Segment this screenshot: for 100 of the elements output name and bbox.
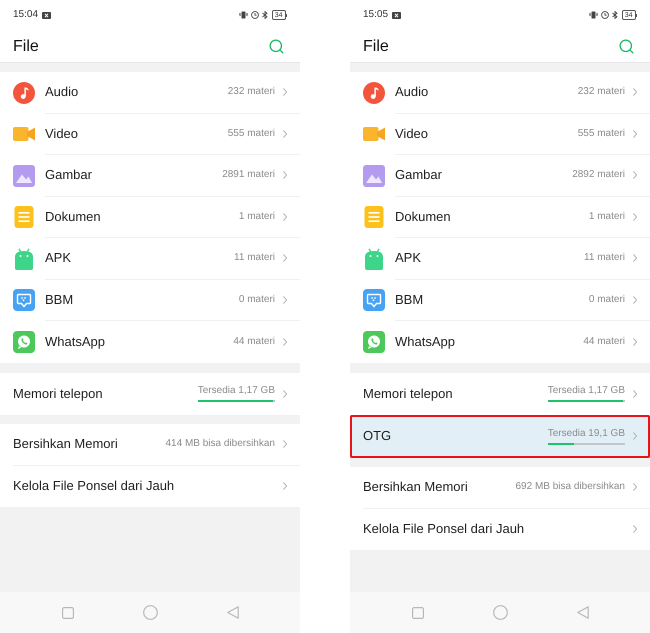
item-count: 44 materi: [583, 336, 625, 348]
search-icon[interactable]: [268, 38, 285, 54]
bluetooth-icon: [612, 11, 618, 19]
chevron-right-icon: [633, 525, 637, 534]
item-count: 1 materi: [588, 210, 625, 223]
storage-available: Tersedia 19,1 GB: [548, 428, 625, 440]
file-category-row[interactable]: Dokumen 1 materi: [0, 196, 300, 238]
item-count: 232 materi: [578, 86, 625, 98]
tool-label: Bersihkan Memori: [363, 479, 468, 496]
file-category-row[interactable]: Audio 232 materi: [350, 72, 650, 114]
square-icon[interactable]: [62, 606, 74, 618]
category-label: WhatsApp: [45, 334, 105, 350]
category-label: APK: [45, 250, 72, 266]
storage-label: Memori telepon: [13, 386, 103, 402]
item-count: 2891 materi: [222, 169, 275, 182]
category-label: Dokumen: [395, 208, 451, 225]
alarm-clock-icon: [250, 11, 259, 19]
file-category-row[interactable]: BBM 0 materi: [0, 280, 300, 321]
search-icon[interactable]: [618, 38, 635, 54]
vibrate-icon: [588, 11, 598, 19]
storage-row[interactable]: Memori telepon Tersedia 1,17 GB: [350, 372, 650, 414]
chevron-right-icon: [283, 130, 287, 138]
music-note-icon: [363, 82, 385, 104]
status-time: 15:05: [363, 9, 388, 21]
file-category-row[interactable]: BBM 0 materi: [350, 280, 650, 321]
item-count: 555 materi: [228, 128, 275, 140]
file-category-row[interactable]: Video 555 materi: [0, 114, 300, 155]
storage-row[interactable]: Memori telepon Tersedia 1,17 GB: [0, 372, 300, 414]
category-label: BBM: [45, 292, 74, 308]
page-title: File: [13, 36, 39, 56]
circle-icon[interactable]: [142, 605, 158, 620]
file-category-row[interactable]: Audio 232 materi: [0, 72, 300, 114]
tool-detail: 692 MB bisa dibersihkan: [515, 481, 625, 494]
alarm-clock-icon: [600, 11, 609, 19]
category-label: Audio: [45, 84, 78, 100]
chevron-right-icon: [283, 296, 287, 304]
vibrate-icon: [238, 11, 248, 19]
file-category-row[interactable]: Gambar 2891 materi: [0, 155, 300, 196]
item-count: 0 materi: [238, 294, 275, 306]
chat-bubble-icon: [363, 289, 385, 312]
tool-row[interactable]: Bersihkan Memori 692 MB bisa dibersihkan: [350, 467, 650, 508]
storage-available: Tersedia 1,17 GB: [198, 385, 275, 397]
file-category-row[interactable]: WhatsApp 44 materi: [350, 321, 650, 362]
tool-row[interactable]: Kelola File Ponsel dari Jauh: [350, 508, 650, 550]
category-label: Gambar: [45, 167, 92, 184]
tool-label: Kelola File Ponsel dari Jauh: [13, 478, 174, 494]
chevron-right-icon: [633, 338, 637, 346]
file-category-row[interactable]: Gambar 2892 materi: [350, 155, 650, 196]
picture-icon: [363, 164, 385, 187]
file-category-row[interactable]: APK 11 materi: [350, 238, 650, 280]
item-count: 555 materi: [578, 128, 625, 140]
chevron-right-icon: [633, 390, 637, 398]
android-icon: [13, 248, 35, 270]
bluetooth-icon: [262, 11, 268, 19]
document-icon: [363, 206, 385, 228]
triangle-icon[interactable]: [226, 606, 238, 619]
picture-icon: [13, 164, 35, 187]
circle-icon[interactable]: [492, 605, 508, 620]
chevron-right-icon: [633, 212, 637, 221]
tool-row[interactable]: Bersihkan Memori 414 MB bisa dibersihkan: [0, 424, 300, 466]
chat-bubble-icon: [13, 289, 35, 312]
tool-label: Bersihkan Memori: [13, 436, 118, 452]
file-category-row[interactable]: WhatsApp 44 materi: [0, 321, 300, 362]
chevron-right-icon: [283, 171, 287, 180]
chevron-right-icon: [283, 440, 287, 448]
category-label: APK: [395, 250, 422, 266]
chevron-right-icon: [283, 254, 287, 262]
chevron-right-icon: [633, 254, 637, 262]
chevron-right-icon: [633, 88, 637, 96]
storage-label: OTG: [363, 428, 392, 444]
tool-row[interactable]: Kelola File Ponsel dari Jauh: [0, 466, 300, 507]
category-label: BBM: [395, 292, 424, 308]
storage-row[interactable]: OTG Tersedia 19,1 GB: [350, 414, 650, 458]
category-label: Video: [395, 126, 428, 142]
document-icon: [13, 206, 35, 228]
category-label: WhatsApp: [395, 334, 455, 350]
x-box-icon: [392, 12, 402, 18]
item-count: 11 materi: [234, 252, 275, 264]
file-category-row[interactable]: Dokumen 1 materi: [350, 196, 650, 238]
item-count: 0 materi: [588, 294, 625, 306]
chevron-right-icon: [633, 171, 637, 180]
tool-label: Kelola File Ponsel dari Jauh: [363, 521, 524, 538]
tool-detail: 414 MB bisa dibersihkan: [165, 438, 275, 450]
item-count: 11 materi: [584, 252, 625, 264]
chevron-right-icon: [633, 483, 637, 492]
item-count: 232 materi: [228, 86, 275, 98]
status-time: 15:04: [13, 9, 38, 21]
file-category-row[interactable]: APK 11 materi: [0, 238, 300, 280]
chevron-right-icon: [283, 212, 287, 221]
item-count: 2892 materi: [572, 169, 625, 182]
triangle-icon[interactable]: [576, 606, 588, 619]
chevron-right-icon: [283, 88, 287, 96]
file-category-row[interactable]: Video 555 materi: [350, 114, 650, 155]
phone-bubble-icon: [363, 330, 385, 353]
page-title: File: [363, 36, 389, 56]
chevron-right-icon: [633, 130, 637, 138]
square-icon[interactable]: [412, 606, 424, 618]
chevron-right-icon: [633, 296, 637, 304]
item-count: 1 materi: [238, 210, 275, 223]
category-label: Dokumen: [45, 208, 101, 225]
